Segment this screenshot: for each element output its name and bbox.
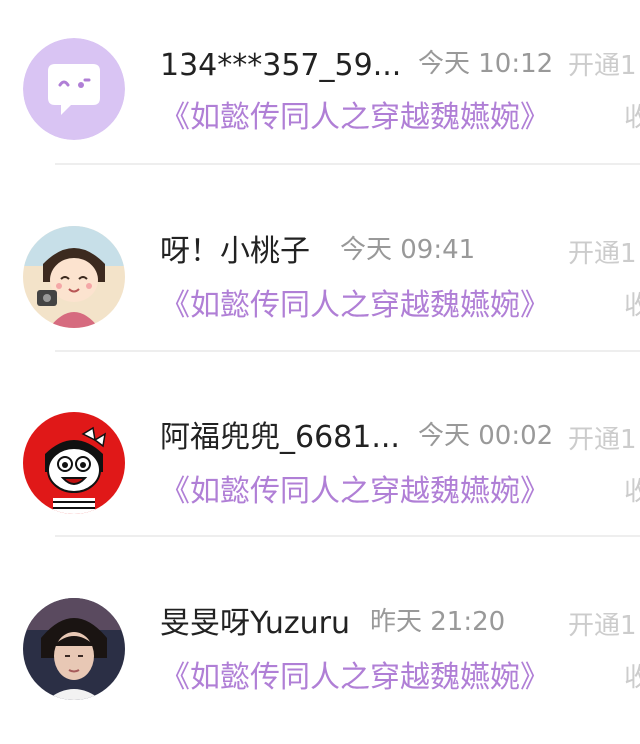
status-text: 开通1 [568,611,637,641]
side-text: 收 [624,103,640,133]
divider [55,163,640,165]
divider [55,350,640,352]
divider [55,535,640,537]
timestamp: 今天 10:12 [418,49,554,79]
photo-avatar[interactable] [23,598,125,700]
default-chat-avatar[interactable] [23,38,125,140]
list-item[interactable]: 134***357_59... 今天 10:12 开通1 《如懿传同人之穿越魏嬿… [0,0,640,186]
user-name[interactable]: 阿福兜兜_6681... [160,418,400,458]
side-text: 收 [624,291,640,321]
side-text: 收 [624,477,640,507]
activity-list: 134***357_59... 今天 10:12 开通1 《如懿传同人之穿越魏嬿… [0,0,640,737]
book-title-link[interactable]: 《如懿传同人之穿越魏嬿婉》 [160,98,550,138]
timestamp: 今天 09:41 [340,235,476,265]
side-text: 收 [624,663,640,693]
user-name[interactable]: 旻旻呀Yuzuru [160,604,350,644]
book-title-link[interactable]: 《如懿传同人之穿越魏嬿婉》 [160,286,550,326]
cartoon-girl-avatar[interactable] [23,412,125,514]
timestamp: 今天 00:02 [418,421,554,451]
book-title-link[interactable]: 《如懿传同人之穿越魏嬿婉》 [160,658,550,698]
list-item[interactable]: 呀！小桃子 今天 09:41 开通1 《如懿传同人之穿越魏嬿婉》 收 [0,186,640,372]
timestamp: 昨天 21:20 [370,607,506,637]
list-item[interactable]: 旻旻呀Yuzuru 昨天 21:20 开通1 《如懿传同人之穿越魏嬿婉》 收 [0,558,640,744]
status-text: 开通1 [568,425,637,455]
list-item[interactable]: 阿福兜兜_6681... 今天 00:02 开通1 《如懿传同人之穿越魏嬿婉》 … [0,372,640,558]
user-name[interactable]: 呀！小桃子 [160,232,310,272]
status-text: 开通1 [568,51,637,81]
book-title-link[interactable]: 《如懿传同人之穿越魏嬿婉》 [160,472,550,512]
status-text: 开通1 [568,239,637,269]
user-name[interactable]: 134***357_59... [160,46,401,86]
anime-girl-avatar[interactable] [23,226,125,328]
